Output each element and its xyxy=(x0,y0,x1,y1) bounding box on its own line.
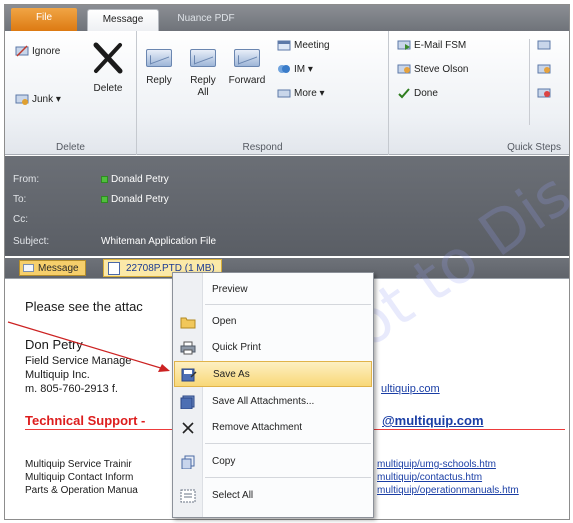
ribbon-tab-bar: File Message Nuance PDF xyxy=(5,5,569,31)
from-label: From: xyxy=(13,174,40,185)
more-respond-button[interactable]: More ▾ xyxy=(277,87,325,99)
forward-icon xyxy=(234,49,260,67)
quickstep-icon-3[interactable] xyxy=(537,87,551,99)
presence-icon xyxy=(101,176,108,183)
group-label-quick-steps: Quick Steps xyxy=(507,142,561,153)
group-respond: Reply Reply All Forward Meeting IM ▾ Mor… xyxy=(137,31,389,155)
email-forward-icon xyxy=(397,39,411,51)
menu-item-copy[interactable]: Copy xyxy=(174,449,372,475)
manuals-link[interactable]: multiquip/operationmanuals.htm xyxy=(377,485,519,496)
folder-open-icon xyxy=(180,315,196,329)
reply-all-button[interactable]: Reply All xyxy=(183,49,223,99)
remove-x-icon xyxy=(180,421,196,435)
im-icon xyxy=(277,63,291,75)
group-label-respond: Respond xyxy=(242,142,283,153)
printer-icon xyxy=(180,341,196,355)
signature-email-link[interactable]: ultiquip.com xyxy=(381,383,440,395)
cc-label: Cc: xyxy=(13,214,28,225)
meeting-button[interactable]: Meeting xyxy=(277,39,330,51)
quickstep-icon-1[interactable] xyxy=(537,39,551,51)
presence-icon xyxy=(101,196,108,203)
tab-message[interactable]: Message xyxy=(87,9,159,31)
to-value[interactable]: Donald Petry xyxy=(101,194,169,205)
subject-value: Whiteman Application File xyxy=(101,236,217,247)
menu-item-remove-attachment[interactable]: Remove Attachment xyxy=(174,415,372,441)
menu-separator xyxy=(205,477,371,478)
menu-item-save-as[interactable]: Save As xyxy=(174,361,372,387)
signature-company: Multiquip Inc. xyxy=(25,369,90,381)
delete-x-icon xyxy=(91,39,125,77)
menu-separator xyxy=(205,443,371,444)
group-delete: Ignore Junk ▾ Delete Delete xyxy=(5,31,137,155)
subject-label: Subject: xyxy=(13,236,50,247)
link-label-manuals: Parts & Operation Manua xyxy=(25,485,138,496)
menu-item-select-all[interactable]: Select All xyxy=(174,483,372,509)
more-icon xyxy=(277,87,291,99)
ribbon: Ignore Junk ▾ Delete Delete Reply Reply … xyxy=(5,31,569,155)
link-label-training: Multiquip Service Trainir xyxy=(25,459,132,470)
quickstep-done[interactable]: Done xyxy=(397,87,438,99)
team-email-icon xyxy=(397,63,411,75)
reply-button[interactable]: Reply xyxy=(141,49,177,87)
junk-button[interactable]: Junk ▾ xyxy=(15,93,61,105)
junk-icon xyxy=(15,93,29,105)
attachment-file-icon xyxy=(108,262,120,275)
delete-button[interactable]: Delete xyxy=(85,39,131,95)
training-link[interactable]: multiquip/umg-schools.htm xyxy=(377,459,496,470)
menu-item-open[interactable]: Open xyxy=(174,309,372,335)
signature-name: Don Petry xyxy=(25,337,83,352)
quick-steps-divider xyxy=(529,39,530,125)
reply-all-icon xyxy=(190,49,216,67)
checkmark-icon xyxy=(397,87,411,99)
technical-support-heading: Technical Support - xyxy=(25,413,146,428)
quickstep-email-fsm[interactable]: E-Mail FSM xyxy=(397,39,466,51)
message-header: From: Donald Petry To: Donald Petry Cc: … xyxy=(5,156,569,256)
select-all-icon xyxy=(180,489,196,503)
quickstep-icon-2[interactable] xyxy=(537,63,551,75)
meeting-icon xyxy=(277,39,291,51)
signature-phone: m. 805-760-2913 f. xyxy=(25,383,118,395)
contact-link[interactable]: multiquip/contactus.htm xyxy=(377,472,482,483)
envelope-icon xyxy=(23,264,34,272)
to-label: To: xyxy=(13,194,27,205)
save-as-icon xyxy=(181,368,197,382)
copy-icon xyxy=(180,455,196,470)
group-quick-steps: E-Mail FSM Steve Olson Done Quick Steps xyxy=(389,31,569,155)
quickstep-steve-olson[interactable]: Steve Olson xyxy=(397,63,468,75)
technical-support-email-link[interactable]: @multiquip.com xyxy=(382,413,484,428)
menu-separator xyxy=(205,304,371,305)
link-label-contact: Multiquip Contact Inform xyxy=(25,472,134,483)
im-button[interactable]: IM ▾ xyxy=(277,63,313,75)
body-intro: Please see the attac xyxy=(25,299,143,314)
tab-nuance-pdf[interactable]: Nuance PDF xyxy=(165,9,247,31)
menu-item-preview[interactable]: Preview xyxy=(174,277,372,303)
menu-item-save-all-attachments[interactable]: Save All Attachments... xyxy=(174,389,372,415)
signature-title: Field Service Manage xyxy=(25,355,132,367)
save-all-icon xyxy=(180,395,196,410)
ignore-icon xyxy=(15,45,29,57)
menu-item-quick-print[interactable]: Quick Print xyxy=(174,335,372,361)
reply-icon xyxy=(146,49,172,67)
tab-file[interactable]: File xyxy=(11,8,77,31)
group-label-delete: Delete xyxy=(56,142,85,153)
from-value[interactable]: Donald Petry xyxy=(101,174,169,185)
forward-button[interactable]: Forward xyxy=(225,49,269,87)
message-view-tab[interactable]: Message xyxy=(19,260,86,276)
ignore-button[interactable]: Ignore xyxy=(15,45,60,57)
attachment-context-menu: Preview Open Quick Print Save As Save Al… xyxy=(172,272,374,518)
